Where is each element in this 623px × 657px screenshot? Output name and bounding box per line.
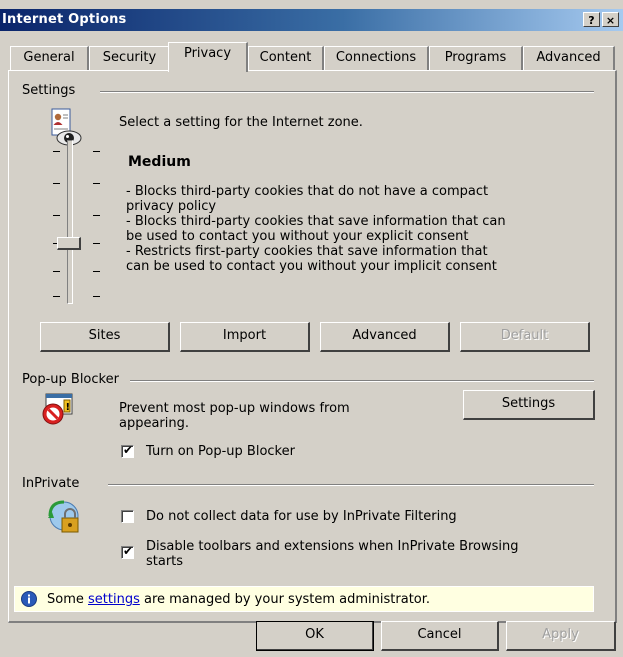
zone-instruction: Select a setting for the Internet zone. — [119, 115, 363, 130]
ok-button[interactable]: OK — [256, 621, 374, 651]
description-line-4: be used to contact you without your expl… — [126, 229, 469, 244]
tab-content[interactable]: Content — [248, 46, 324, 70]
privacy-level-title: Medium — [128, 154, 191, 170]
popup-description-line-2: appearing. — [119, 416, 190, 431]
slider-track[interactable] — [67, 140, 73, 304]
info-icon — [21, 591, 37, 607]
title-bar[interactable]: Internet Options ? × — [0, 9, 623, 31]
close-button[interactable]: × — [602, 12, 619, 27]
tab-privacy[interactable]: Privacy — [168, 42, 248, 72]
inprivate-icon — [44, 498, 84, 538]
notice-prefix: Some — [47, 592, 88, 607]
tab-security[interactable]: Security — [89, 46, 171, 70]
disable-toolbars-checkbox[interactable]: ✔ — [121, 544, 134, 559]
default-button[interactable]: Default — [460, 322, 590, 352]
settings-link[interactable]: settings — [88, 592, 140, 607]
privacy-zone-icon — [44, 107, 84, 151]
apply-button[interactable]: Apply — [506, 621, 616, 651]
check-icon: ✔ — [123, 443, 134, 457]
popup-settings-button[interactable]: Settings — [463, 390, 595, 420]
popup-divider — [130, 380, 594, 382]
popup-blocker-icon: ! — [40, 392, 76, 426]
description-line-2: privacy policy — [126, 199, 217, 214]
svg-text:!: ! — [66, 402, 71, 413]
sites-button[interactable]: Sites — [40, 322, 170, 352]
internet-options-dialog: Internet Options ? × General Security Pr… — [0, 0, 623, 657]
popup-description-line-1: Prevent most pop-up windows from — [119, 401, 350, 416]
tab-connections[interactable]: Connections — [324, 46, 429, 70]
popup-section-label: Pop-up Blocker — [22, 372, 125, 387]
import-button[interactable]: Import — [180, 322, 310, 352]
description-line-3: - Blocks third-party cookies that save i… — [126, 214, 506, 229]
admin-notice-bar: Some settings are managed by your system… — [14, 586, 594, 612]
admin-notice-text: Some settings are managed by your system… — [47, 592, 430, 607]
popup-blocker-checkbox[interactable]: ✔ — [121, 443, 134, 458]
window-title: Internet Options — [2, 12, 127, 27]
description-line-5: - Restricts first-party cookies that sav… — [126, 244, 488, 259]
inprivate-filtering-label[interactable]: Do not collect data for use by InPrivate… — [146, 509, 457, 524]
disable-toolbars-label-line-1[interactable]: Disable toolbars and extensions when InP… — [146, 539, 519, 554]
inprivate-filtering-checkbox[interactable] — [121, 510, 134, 523]
inprivate-divider — [108, 484, 594, 486]
description-line-1: - Blocks third-party cookies that do not… — [126, 184, 489, 199]
help-button[interactable]: ? — [583, 12, 600, 27]
notice-suffix: are managed by your system administrator… — [139, 592, 431, 607]
tab-advanced[interactable]: Advanced — [523, 46, 615, 70]
advanced-button[interactable]: Advanced — [320, 322, 450, 352]
tab-general[interactable]: General — [10, 46, 89, 70]
settings-divider — [100, 91, 594, 93]
tab-programs[interactable]: Programs — [429, 46, 523, 70]
slider-thumb[interactable] — [57, 237, 81, 250]
cancel-button[interactable]: Cancel — [381, 621, 499, 651]
check-icon: ✔ — [123, 544, 134, 558]
description-line-6: can be used to contact you without your … — [126, 259, 497, 274]
popup-blocker-label[interactable]: Turn on Pop-up Blocker — [146, 444, 295, 459]
disable-toolbars-label-line-2[interactable]: starts — [146, 554, 183, 569]
settings-section-label: Settings — [22, 83, 82, 98]
inprivate-section-label: InPrivate — [22, 476, 86, 491]
